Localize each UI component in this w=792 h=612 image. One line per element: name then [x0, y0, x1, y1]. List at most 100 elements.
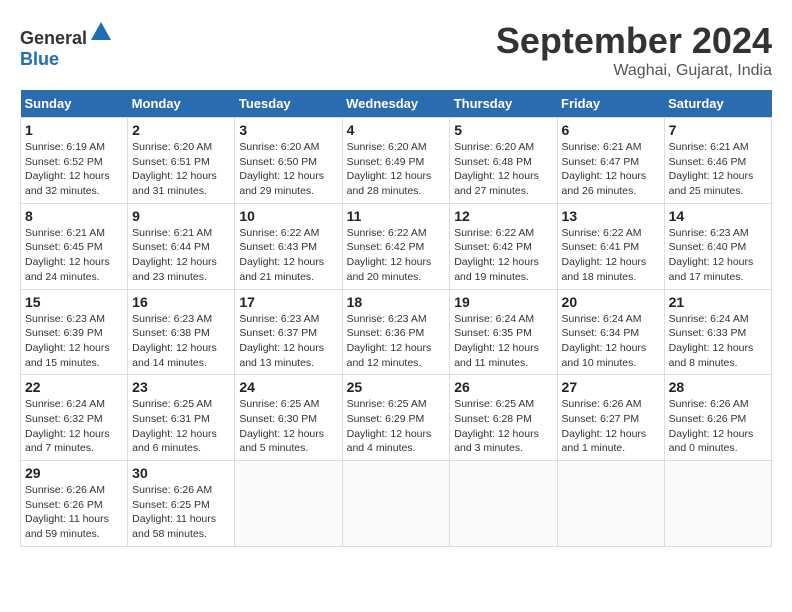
day-number: 21	[669, 294, 767, 310]
col-friday: Friday	[557, 90, 664, 118]
day-info: Sunrise: 6:22 AMSunset: 6:41 PMDaylight:…	[562, 226, 660, 285]
day-cell: 10 Sunrise: 6:22 AMSunset: 6:43 PMDaylig…	[235, 203, 342, 289]
day-number: 16	[132, 294, 230, 310]
day-info: Sunrise: 6:23 AMSunset: 6:38 PMDaylight:…	[132, 312, 230, 371]
table-row: 8 Sunrise: 6:21 AMSunset: 6:45 PMDayligh…	[21, 203, 772, 289]
day-number: 1	[25, 122, 123, 138]
day-cell: 27 Sunrise: 6:26 AMSunset: 6:27 PMDaylig…	[557, 375, 664, 461]
logo: General Blue	[20, 20, 113, 70]
col-thursday: Thursday	[450, 90, 557, 118]
day-number: 5	[454, 122, 552, 138]
day-info: Sunrise: 6:25 AMSunset: 6:28 PMDaylight:…	[454, 397, 552, 456]
col-tuesday: Tuesday	[235, 90, 342, 118]
day-info: Sunrise: 6:21 AMSunset: 6:47 PMDaylight:…	[562, 140, 660, 199]
logo-text: General Blue	[20, 20, 113, 70]
day-cell: 14 Sunrise: 6:23 AMSunset: 6:40 PMDaylig…	[664, 203, 771, 289]
day-info: Sunrise: 6:22 AMSunset: 6:43 PMDaylight:…	[239, 226, 337, 285]
day-info: Sunrise: 6:21 AMSunset: 6:44 PMDaylight:…	[132, 226, 230, 285]
day-info: Sunrise: 6:26 AMSunset: 6:26 PMDaylight:…	[25, 483, 123, 542]
day-cell: 21 Sunrise: 6:24 AMSunset: 6:33 PMDaylig…	[664, 289, 771, 375]
header-row: Sunday Monday Tuesday Wednesday Thursday…	[21, 90, 772, 118]
day-cell: 3 Sunrise: 6:20 AMSunset: 6:50 PMDayligh…	[235, 118, 342, 204]
day-info: Sunrise: 6:24 AMSunset: 6:32 PMDaylight:…	[25, 397, 123, 456]
day-cell: 9 Sunrise: 6:21 AMSunset: 6:44 PMDayligh…	[128, 203, 235, 289]
day-number: 17	[239, 294, 337, 310]
day-info: Sunrise: 6:25 AMSunset: 6:29 PMDaylight:…	[347, 397, 446, 456]
calendar-table: Sunday Monday Tuesday Wednesday Thursday…	[20, 90, 772, 547]
day-number: 24	[239, 379, 337, 395]
day-cell: 5 Sunrise: 6:20 AMSunset: 6:48 PMDayligh…	[450, 118, 557, 204]
day-number: 9	[132, 208, 230, 224]
day-number: 26	[454, 379, 552, 395]
logo-general: General	[20, 28, 87, 48]
day-number: 12	[454, 208, 552, 224]
day-info: Sunrise: 6:24 AMSunset: 6:34 PMDaylight:…	[562, 312, 660, 371]
day-cell: 15 Sunrise: 6:23 AMSunset: 6:39 PMDaylig…	[21, 289, 128, 375]
day-info: Sunrise: 6:23 AMSunset: 6:40 PMDaylight:…	[669, 226, 767, 285]
empty-cell	[235, 461, 342, 547]
day-number: 13	[562, 208, 660, 224]
day-cell: 11 Sunrise: 6:22 AMSunset: 6:42 PMDaylig…	[342, 203, 450, 289]
day-cell: 8 Sunrise: 6:21 AMSunset: 6:45 PMDayligh…	[21, 203, 128, 289]
day-info: Sunrise: 6:21 AMSunset: 6:46 PMDaylight:…	[669, 140, 767, 199]
day-info: Sunrise: 6:20 AMSunset: 6:49 PMDaylight:…	[347, 140, 446, 199]
col-saturday: Saturday	[664, 90, 771, 118]
col-sunday: Sunday	[21, 90, 128, 118]
empty-cell	[664, 461, 771, 547]
day-number: 30	[132, 465, 230, 481]
day-info: Sunrise: 6:22 AMSunset: 6:42 PMDaylight:…	[347, 226, 446, 285]
day-cell: 29 Sunrise: 6:26 AMSunset: 6:26 PMDaylig…	[21, 461, 128, 547]
day-number: 22	[25, 379, 123, 395]
day-info: Sunrise: 6:25 AMSunset: 6:30 PMDaylight:…	[239, 397, 337, 456]
day-info: Sunrise: 6:26 AMSunset: 6:27 PMDaylight:…	[562, 397, 660, 456]
table-row: 15 Sunrise: 6:23 AMSunset: 6:39 PMDaylig…	[21, 289, 772, 375]
day-cell: 18 Sunrise: 6:23 AMSunset: 6:36 PMDaylig…	[342, 289, 450, 375]
day-number: 29	[25, 465, 123, 481]
day-cell: 13 Sunrise: 6:22 AMSunset: 6:41 PMDaylig…	[557, 203, 664, 289]
location-title: Waghai, Gujarat, India	[496, 62, 772, 80]
day-info: Sunrise: 6:19 AMSunset: 6:52 PMDaylight:…	[25, 140, 123, 199]
col-wednesday: Wednesday	[342, 90, 450, 118]
day-cell: 28 Sunrise: 6:26 AMSunset: 6:26 PMDaylig…	[664, 375, 771, 461]
day-number: 8	[25, 208, 123, 224]
empty-cell	[450, 461, 557, 547]
day-info: Sunrise: 6:26 AMSunset: 6:26 PMDaylight:…	[669, 397, 767, 456]
day-cell: 22 Sunrise: 6:24 AMSunset: 6:32 PMDaylig…	[21, 375, 128, 461]
title-section: September 2024 Waghai, Gujarat, India	[496, 20, 772, 80]
logo-icon	[89, 20, 113, 44]
empty-cell	[557, 461, 664, 547]
day-number: 19	[454, 294, 552, 310]
day-cell: 2 Sunrise: 6:20 AMSunset: 6:51 PMDayligh…	[128, 118, 235, 204]
day-cell: 7 Sunrise: 6:21 AMSunset: 6:46 PMDayligh…	[664, 118, 771, 204]
day-number: 11	[347, 208, 446, 224]
day-cell: 23 Sunrise: 6:25 AMSunset: 6:31 PMDaylig…	[128, 375, 235, 461]
day-number: 15	[25, 294, 123, 310]
day-info: Sunrise: 6:23 AMSunset: 6:37 PMDaylight:…	[239, 312, 337, 371]
day-info: Sunrise: 6:22 AMSunset: 6:42 PMDaylight:…	[454, 226, 552, 285]
day-number: 18	[347, 294, 446, 310]
day-info: Sunrise: 6:20 AMSunset: 6:51 PMDaylight:…	[132, 140, 230, 199]
day-cell: 1 Sunrise: 6:19 AMSunset: 6:52 PMDayligh…	[21, 118, 128, 204]
day-cell: 6 Sunrise: 6:21 AMSunset: 6:47 PMDayligh…	[557, 118, 664, 204]
day-number: 20	[562, 294, 660, 310]
page-header: General Blue September 2024 Waghai, Guja…	[20, 20, 772, 80]
day-cell: 20 Sunrise: 6:24 AMSunset: 6:34 PMDaylig…	[557, 289, 664, 375]
day-number: 28	[669, 379, 767, 395]
day-info: Sunrise: 6:20 AMSunset: 6:50 PMDaylight:…	[239, 140, 337, 199]
day-info: Sunrise: 6:25 AMSunset: 6:31 PMDaylight:…	[132, 397, 230, 456]
day-number: 23	[132, 379, 230, 395]
day-info: Sunrise: 6:26 AMSunset: 6:25 PMDaylight:…	[132, 483, 230, 542]
day-number: 7	[669, 122, 767, 138]
day-cell: 24 Sunrise: 6:25 AMSunset: 6:30 PMDaylig…	[235, 375, 342, 461]
table-row: 1 Sunrise: 6:19 AMSunset: 6:52 PMDayligh…	[21, 118, 772, 204]
day-number: 3	[239, 122, 337, 138]
day-number: 6	[562, 122, 660, 138]
day-number: 27	[562, 379, 660, 395]
day-number: 14	[669, 208, 767, 224]
day-cell: 30 Sunrise: 6:26 AMSunset: 6:25 PMDaylig…	[128, 461, 235, 547]
day-number: 25	[347, 379, 446, 395]
day-cell: 16 Sunrise: 6:23 AMSunset: 6:38 PMDaylig…	[128, 289, 235, 375]
day-number: 10	[239, 208, 337, 224]
day-info: Sunrise: 6:23 AMSunset: 6:39 PMDaylight:…	[25, 312, 123, 371]
empty-cell	[342, 461, 450, 547]
